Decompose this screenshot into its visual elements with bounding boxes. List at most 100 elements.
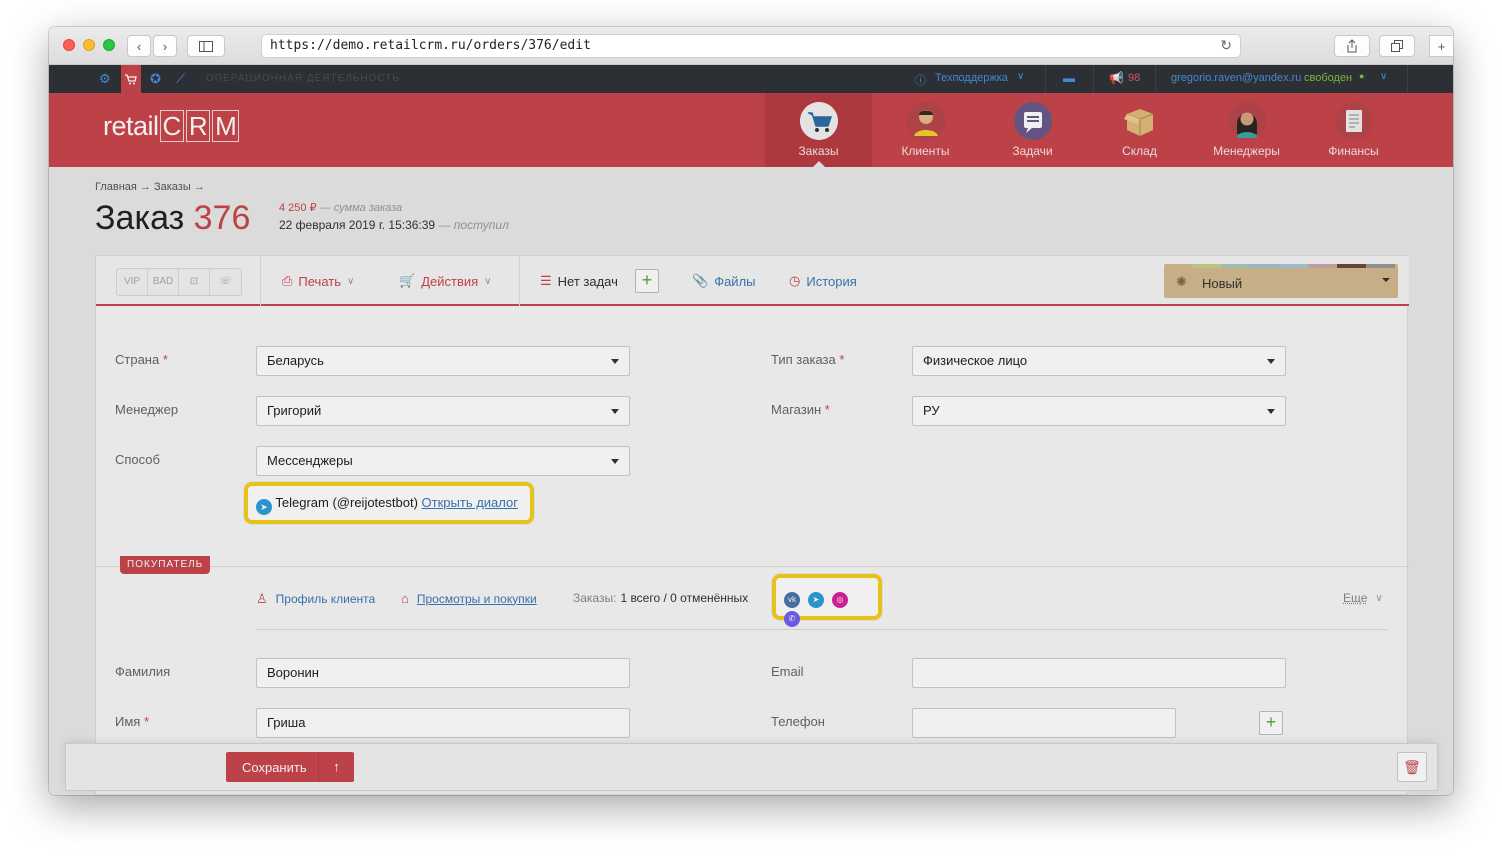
gear-icon[interactable]: ⚙ [99,71,111,87]
country-value: Беларусь [267,353,324,368]
order-number: 376 [193,199,251,237]
title-prefix: Заказ [95,199,185,237]
order-page: Главная → Заказы → Заказ 376 4 250 ₽ — с… [49,167,1453,795]
manager-avatar-icon [1227,102,1266,140]
nav-managers[interactable]: Менеджеры [1193,93,1300,167]
views-purchases-link[interactable]: ⌂ Просмотры и покупки [401,591,537,606]
required-mark: * [143,714,150,729]
status-color-strip [1192,264,1395,268]
reload-icon[interactable]: ↻ [1220,35,1232,57]
back-button[interactable]: ‹ [127,35,151,57]
tasks-button[interactable]: ☰ Нет задач [540,273,618,289]
method-select[interactable]: Мессенджеры [256,446,630,476]
instagram-icon[interactable]: ◎ [832,592,848,608]
phone-input[interactable] [912,708,1176,738]
cart-icon [799,102,838,140]
more-dropdown[interactable]: Еще ∨ [1343,591,1383,605]
sidebar-toggle-button[interactable] [187,35,225,57]
plus-icon: + [641,270,653,290]
logo-letter: M [212,110,240,142]
lastname-input[interactable]: Воронин [256,658,630,688]
share-button[interactable] [1334,35,1370,57]
close-window-button[interactable] [63,39,75,51]
telegram-icon[interactable]: ➤ [808,592,824,608]
vip-tag-button[interactable]: VIP [117,269,148,295]
history-button[interactable]: ◷ История [789,273,857,289]
analytics-icon[interactable]: ⟋ [176,71,185,87]
chevron-down-icon[interactable]: ∨ [1380,71,1387,82]
nav-clients-label: Клиенты [901,144,950,158]
notification-count[interactable]: 98 [1128,72,1140,84]
nav-warehouse[interactable]: Склад [1086,93,1193,167]
actions-button[interactable]: 🛒 Действия ∨ [399,273,491,289]
app-header: retail C R M Заказы Клиенты Задачи Склад… [49,93,1453,167]
order-sum: 4 250 ₽ — сумма заказа [279,201,402,214]
email-input[interactable] [912,658,1286,688]
chevron-down-icon [1267,409,1275,414]
settings-cog-icon[interactable]: ✪ [150,71,161,87]
sidebar-icon [199,40,213,52]
open-dialog-link[interactable]: Открыть диалог [422,495,518,510]
lightbulb-icon: ✺ [1176,274,1187,289]
divider [1045,65,1046,93]
divider [1407,65,1408,93]
add-phone-button[interactable]: + [1259,711,1283,735]
forward-button[interactable]: › [153,35,177,57]
chevron-down-icon [611,409,619,414]
shop-select[interactable]: РУ [912,396,1286,426]
firstname-input[interactable]: Гриша [256,708,630,738]
manager-select[interactable]: Григорий [256,396,630,426]
megaphone-icon[interactable]: 📢 [1109,71,1124,85]
status-select[interactable]: ✺ Новый [1164,264,1398,298]
status-swatch [1192,264,1221,268]
breadcrumb[interactable]: Главная → Заказы → [95,181,205,193]
url-text: https://demo.retailcrm.ru/orders/376/edi… [270,38,591,53]
pin-tag-button[interactable]: ⊡ [179,269,210,295]
chat-icon[interactable]: ▬ [1063,71,1075,85]
cart-section-icon[interactable] [121,65,141,93]
viber-icon[interactable]: ✆ [784,611,800,627]
vk-icon[interactable]: vk [784,592,800,608]
country-select[interactable]: Беларусь [256,346,630,376]
bad-tag-button[interactable]: BAD [148,269,179,295]
nav-finance[interactable]: Финансы [1300,93,1407,167]
browser-window: ‹ › https://demo.retailcrm.ru/orders/376… [49,27,1453,795]
chevron-down-icon: ∨ [1375,592,1383,604]
order-type-value: Физическое лицо [923,353,1028,368]
nav-orders[interactable]: Заказы [765,93,872,167]
orders-value: 1 всего / 0 отменённых [620,591,749,605]
chevron-down-icon[interactable]: ∨ [1017,71,1024,82]
nav-tasks[interactable]: Задачи [979,93,1086,167]
order-date-value: 22 февраля 2019 г. 15:36:39 [279,218,436,232]
add-task-button[interactable]: + [635,269,659,293]
maximize-window-button[interactable] [103,39,115,51]
new-tab-button[interactable]: + [1429,35,1453,57]
orders-summary: Заказы: 1 всего / 0 отменённых [573,591,748,605]
user-email[interactable]: gregorio.raven@yandex.ru [1171,72,1301,84]
user-status[interactable]: свободен [1304,72,1352,84]
clock-icon: ◷ [789,273,801,288]
order-type-select[interactable]: Физическое лицо [912,346,1286,376]
firstname-label: Имя * [115,714,149,729]
support-link[interactable]: Техподдержка [935,72,1008,84]
tabs-button[interactable] [1379,35,1415,57]
minimize-window-button[interactable] [83,39,95,51]
nav-clients[interactable]: Клиенты [872,93,979,167]
client-profile-link[interactable]: ♙ Профиль клиента [256,591,375,607]
save-options-button[interactable]: ↑ [318,752,354,782]
plus-icon: + [1265,712,1277,732]
chevron-down-icon [611,459,619,464]
print-button[interactable]: ⎙ Печать ∨ [282,273,354,289]
retailcrm-logo[interactable]: retail C R M [103,110,240,142]
method-label: Способ [115,452,160,467]
views-purchases-label: Просмотры и покупки [416,591,537,606]
chevron-down-icon [1267,359,1275,364]
delete-button[interactable]: 🗑 [1397,752,1427,782]
status-swatch [1221,264,1250,268]
save-button[interactable]: Сохранить ↑ [226,752,354,782]
address-bar[interactable]: https://demo.retailcrm.ru/orders/376/edi… [261,34,1241,58]
phone-tag-button[interactable]: ☏ [210,269,241,295]
files-button[interactable]: 📎 Файлы [692,273,756,289]
cart-icon: 🛒 [399,273,416,288]
messenger-text: Telegram (@reijotestbot) [275,495,418,510]
